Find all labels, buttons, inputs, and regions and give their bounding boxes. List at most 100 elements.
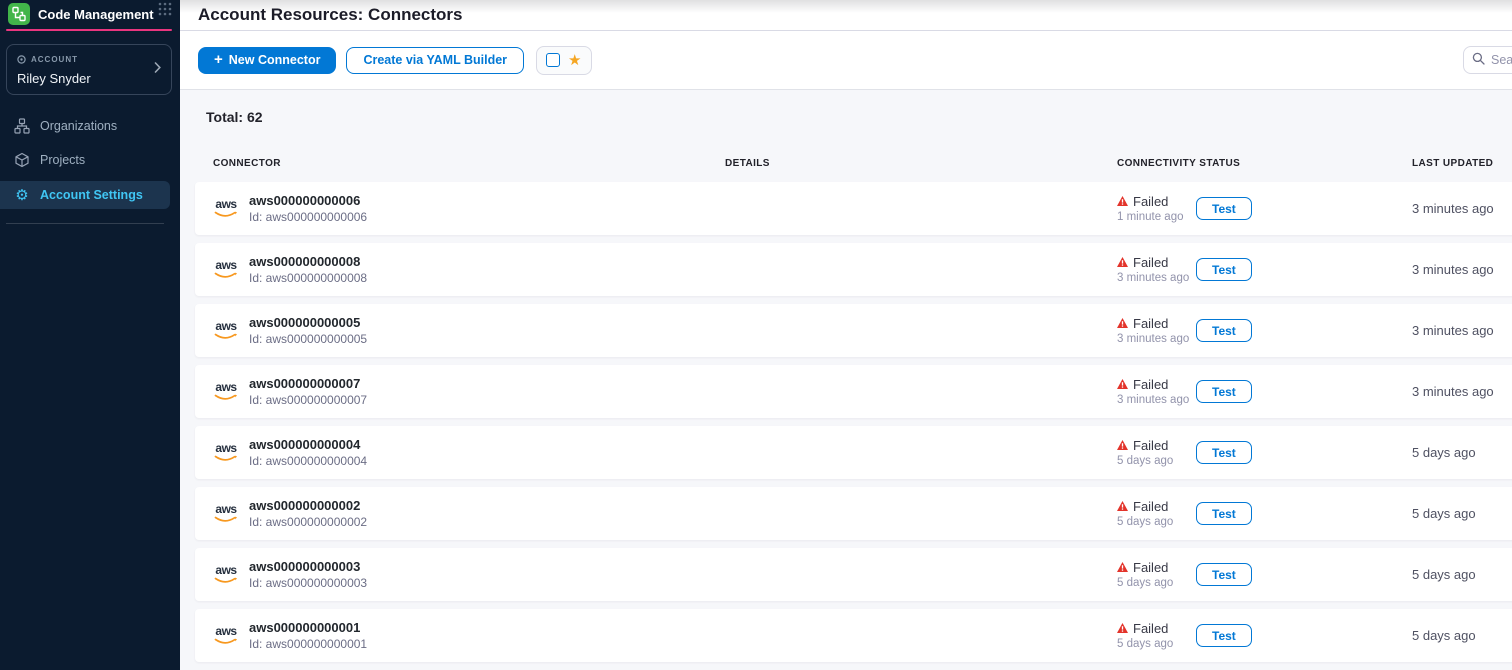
test-button[interactable]: Test: [1196, 624, 1252, 647]
connector-name: aws000000000002: [249, 498, 367, 513]
warning-triangle-icon: [1117, 255, 1128, 270]
column-header-connectivity-status: CONNECTIVITY STATUS: [1117, 158, 1412, 169]
warning-triangle-icon: [1117, 194, 1128, 209]
last-updated: 5 days ago: [1412, 506, 1512, 521]
favorites-checkbox[interactable]: [546, 53, 560, 67]
connector-name: aws000000000006: [249, 193, 367, 208]
status-text: Failed: [1133, 438, 1168, 453]
test-button[interactable]: Test: [1196, 441, 1252, 464]
aws-icon: aws: [213, 260, 239, 280]
table-row[interactable]: aws aws000000000008 Id: aws000000000008 Fai…: [195, 243, 1512, 296]
sidebar-item-account-settings[interactable]: ⚙ Account Settings: [0, 181, 170, 209]
warning-triangle-icon: [1117, 438, 1128, 453]
connector-id: Id: aws000000000004: [249, 454, 367, 468]
sidebar-item-label: Projects: [40, 153, 85, 167]
connector-id: Id: aws000000000003: [249, 576, 367, 590]
table-row[interactable]: aws aws000000000006 Id: aws000000000006 Fai…: [195, 182, 1512, 235]
test-button[interactable]: Test: [1196, 258, 1252, 281]
connector-name: aws000000000008: [249, 254, 367, 269]
status-time: 3 minutes ago: [1117, 394, 1196, 406]
main-area: Account Resources: Connectors + New Conn…: [180, 0, 1512, 670]
table-row[interactable]: awsaws000000000001Id: aws000000000001Fai…: [195, 609, 1512, 662]
warning-triangle-icon: [1117, 560, 1128, 575]
warning-triangle-icon: [1117, 377, 1128, 392]
favorites-filter-group: ★: [536, 46, 591, 75]
aws-icon: aws: [213, 199, 239, 219]
code-management-logo-icon[interactable]: [8, 3, 30, 25]
search-input[interactable]: [1491, 53, 1512, 67]
account-name: Riley Snyder: [17, 71, 161, 86]
warning-triangle-icon: [1117, 316, 1128, 331]
app-title: Code Management: [38, 7, 154, 22]
status-text: Failed: [1133, 499, 1168, 514]
connector-table: aws aws000000000006 Id: aws000000000006 Fai…: [180, 182, 1512, 662]
module-color-divider: [6, 29, 172, 31]
test-button[interactable]: Test: [1196, 319, 1252, 342]
connector-id: Id: aws000000000006: [249, 210, 367, 224]
status-text: Failed: [1133, 560, 1168, 575]
status-time: 5 days ago: [1117, 638, 1196, 650]
status-text: Failed: [1133, 194, 1168, 209]
search-box: [1463, 46, 1512, 74]
test-button[interactable]: Test: [1196, 197, 1252, 220]
account-scope-selector[interactable]: ACCOUNT Riley Snyder: [6, 44, 172, 95]
sidebar-item-label: Organizations: [40, 119, 117, 133]
last-updated: 3 minutes ago: [1412, 323, 1512, 338]
connectors-content: Total: 62 CONNECTOR DETAILS CONNECTIVITY…: [180, 90, 1512, 662]
last-updated: 5 days ago: [1412, 567, 1512, 582]
plus-icon: +: [214, 51, 223, 68]
column-header-last-updated: LAST UPDATED: [1412, 158, 1512, 169]
gear-icon: ⚙: [14, 187, 30, 203]
connector-name: aws000000000004: [249, 437, 367, 452]
aws-icon: aws: [213, 382, 239, 402]
toolbar: + New Connector Create via YAML Builder …: [180, 31, 1512, 90]
search-icon: [1472, 52, 1485, 68]
connector-name: aws000000000003: [249, 559, 367, 574]
org-chart-icon: [14, 118, 30, 134]
connector-id: Id: aws000000000002: [249, 515, 367, 529]
sidebar-item-projects[interactable]: Projects: [0, 147, 180, 173]
connector-id: Id: aws000000000007: [249, 393, 367, 407]
warning-triangle-icon: [1117, 499, 1128, 514]
status-time: 5 days ago: [1117, 577, 1196, 589]
connector-id: Id: aws000000000008: [249, 271, 367, 285]
status-time: 3 minutes ago: [1117, 272, 1196, 284]
account-scope-label: ACCOUNT: [31, 55, 78, 64]
sidebar-divider: [6, 223, 164, 224]
connector-name: aws000000000007: [249, 376, 367, 391]
table-row[interactable]: aws aws000000000002 Id: aws000000000002 Fai…: [195, 487, 1512, 540]
status-text: Failed: [1133, 377, 1168, 392]
status-text: Failed: [1133, 255, 1168, 270]
table-row[interactable]: awsaws000000000005Id: aws000000000005Fai…: [195, 304, 1512, 357]
aws-icon: aws: [213, 504, 239, 524]
column-header-details: DETAILS: [725, 158, 1117, 169]
chevron-right-icon: [154, 61, 161, 76]
sidebar-item-label: Account Settings: [40, 188, 143, 202]
sidebar-header: Code Management: [0, 0, 180, 26]
status-text: Failed: [1133, 621, 1168, 636]
last-updated: 5 days ago: [1412, 628, 1512, 643]
test-button[interactable]: Test: [1196, 563, 1252, 586]
aws-icon: aws: [213, 443, 239, 463]
status-text: Failed: [1133, 316, 1168, 331]
test-button[interactable]: Test: [1196, 380, 1252, 403]
new-connector-button[interactable]: + New Connector: [198, 47, 336, 74]
table-row[interactable]: aws aws000000000004 Id: aws000000000004 Fai…: [195, 426, 1512, 479]
table-row[interactable]: aws aws000000000007 Id: aws000000000007 Fai…: [195, 365, 1512, 418]
aws-icon: aws: [213, 626, 239, 646]
app-launcher-grid-icon[interactable]: [158, 2, 172, 19]
page-header: Account Resources: Connectors: [180, 0, 1512, 31]
table-row[interactable]: awsaws000000000003Id: aws000000000003Fai…: [195, 548, 1512, 601]
status-time: 5 days ago: [1117, 516, 1196, 528]
status-time: 3 minutes ago: [1117, 333, 1196, 345]
star-icon[interactable]: ★: [568, 53, 581, 68]
last-updated: 3 minutes ago: [1412, 384, 1512, 399]
create-via-yaml-builder-button[interactable]: Create via YAML Builder: [346, 47, 524, 74]
connector-id: Id: aws000000000001: [249, 637, 367, 651]
warning-triangle-icon: [1117, 621, 1128, 636]
cube-icon: [14, 152, 30, 168]
test-button[interactable]: Test: [1196, 502, 1252, 525]
status-time: 5 days ago: [1117, 455, 1196, 467]
aws-icon: aws: [213, 321, 239, 341]
sidebar-item-organizations[interactable]: Organizations: [0, 113, 180, 139]
